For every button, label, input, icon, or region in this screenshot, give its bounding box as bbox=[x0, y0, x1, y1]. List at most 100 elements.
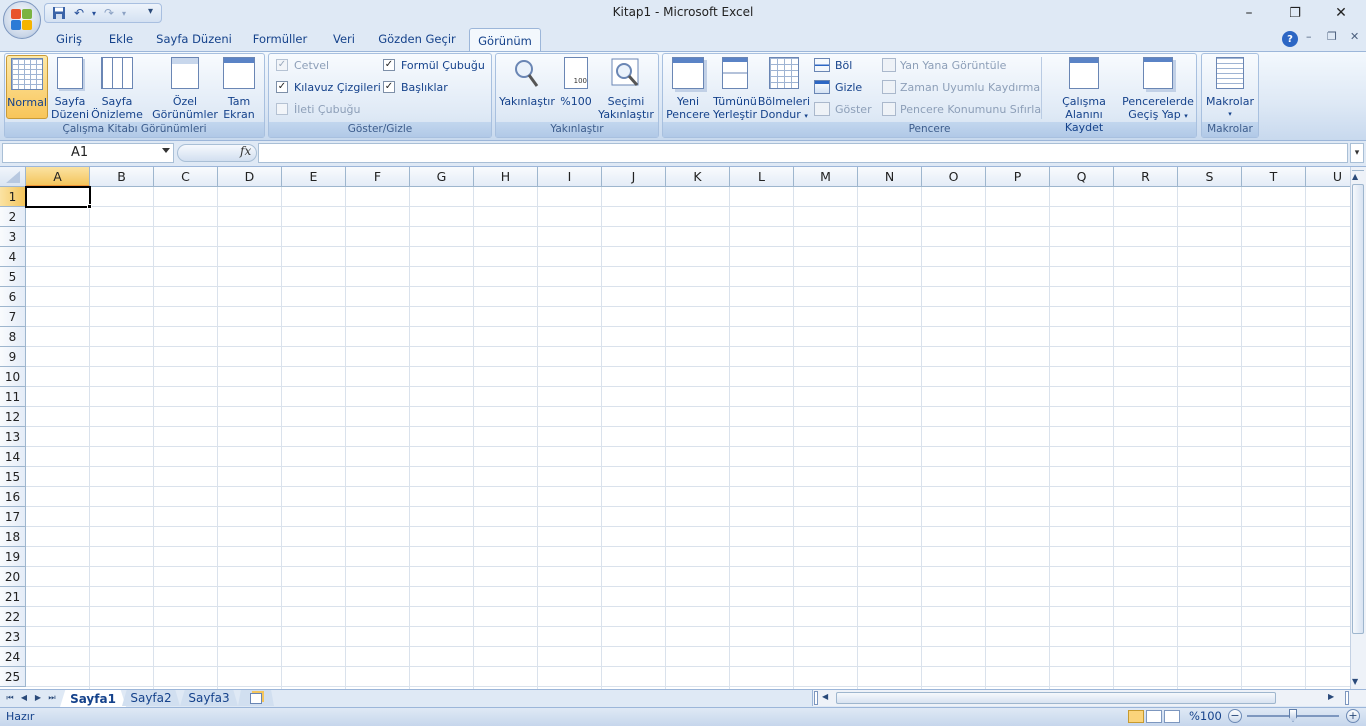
column-header-i[interactable]: I bbox=[538, 167, 602, 187]
row-header-5[interactable]: 5 bbox=[0, 267, 26, 287]
redo-icon[interactable]: ↷ bbox=[101, 5, 117, 21]
column-header-t[interactable]: T bbox=[1242, 167, 1306, 187]
row-header-15[interactable]: 15 bbox=[0, 467, 26, 487]
tab-gorunum[interactable]: Görünüm bbox=[469, 28, 541, 52]
save-icon[interactable] bbox=[51, 5, 67, 21]
ruler-checkbox[interactable]: ✓ Cetvel bbox=[276, 56, 329, 74]
insert-sheet-button[interactable] bbox=[238, 690, 274, 706]
workbook-restore-icon[interactable]: ❐ bbox=[1327, 30, 1337, 43]
zoom-level[interactable]: %100 bbox=[1189, 709, 1222, 723]
column-header-b[interactable]: B bbox=[90, 167, 154, 187]
row-header-22[interactable]: 22 bbox=[0, 607, 26, 627]
row-header-2[interactable]: 2 bbox=[0, 207, 26, 227]
redo-dropdown-icon[interactable]: ▾ bbox=[121, 5, 127, 21]
view-side-by-side-button[interactable]: Yan Yana Görüntüle bbox=[882, 56, 1006, 74]
column-header-j[interactable]: J bbox=[602, 167, 666, 187]
row-header-7[interactable]: 7 bbox=[0, 307, 26, 327]
insert-function-icon[interactable]: fx bbox=[240, 144, 251, 158]
tab-veri[interactable]: Veri bbox=[324, 28, 364, 50]
row-header-6[interactable]: 6 bbox=[0, 287, 26, 307]
full-screen-button[interactable]: Tam Ekran bbox=[220, 57, 258, 121]
new-window-button[interactable]: Yeni Pencere bbox=[666, 57, 710, 121]
unhide-window-button[interactable]: Göster bbox=[814, 100, 872, 118]
scroll-left-icon[interactable]: ◀ bbox=[822, 692, 828, 701]
row-header-16[interactable]: 16 bbox=[0, 487, 26, 507]
sync-scroll-button[interactable]: Zaman Uyumlu Kaydırma bbox=[882, 78, 1040, 96]
hide-window-button[interactable]: Gizle bbox=[814, 78, 862, 96]
tab-sayfa-duzeni[interactable]: Sayfa Düzeni bbox=[152, 28, 236, 50]
restore-button[interactable]: ❐ bbox=[1272, 0, 1318, 26]
page-break-preview-button[interactable]: Sayfa Önizleme bbox=[91, 57, 143, 121]
cells-area[interactable] bbox=[26, 187, 1350, 689]
column-header-h[interactable]: H bbox=[474, 167, 538, 187]
horizontal-split-handle[interactable] bbox=[1345, 691, 1349, 705]
horizontal-scroll-thumb[interactable] bbox=[836, 692, 1276, 704]
column-header-m[interactable]: M bbox=[794, 167, 858, 187]
sheet-tab-sayfa1[interactable]: Sayfa1 bbox=[60, 690, 126, 707]
workbook-minimize-icon[interactable]: – bbox=[1306, 30, 1312, 43]
page-layout-status-icon[interactable] bbox=[1146, 710, 1162, 723]
row-header-23[interactable]: 23 bbox=[0, 627, 26, 647]
row-header-10[interactable]: 10 bbox=[0, 367, 26, 387]
column-header-a[interactable]: A bbox=[26, 167, 90, 187]
reset-window-position-button[interactable]: Pencere Konumunu Sıfırla bbox=[882, 100, 1041, 118]
column-header-q[interactable]: Q bbox=[1050, 167, 1114, 187]
name-box[interactable]: A1 bbox=[2, 143, 174, 163]
row-header-13[interactable]: 13 bbox=[0, 427, 26, 447]
undo-dropdown-icon[interactable]: ▾ bbox=[91, 5, 97, 21]
row-header-9[interactable]: 9 bbox=[0, 347, 26, 367]
minimize-button[interactable]: – bbox=[1226, 0, 1272, 26]
row-header-8[interactable]: 8 bbox=[0, 327, 26, 347]
column-header-k[interactable]: K bbox=[666, 167, 730, 187]
message-bar-checkbox[interactable]: İleti Çubuğu bbox=[276, 100, 361, 118]
gridlines-checkbox[interactable]: ✓ Kılavuz Çizgileri bbox=[276, 78, 381, 96]
first-sheet-icon[interactable]: ⏮ bbox=[4, 691, 16, 705]
row-header-25[interactable]: 25 bbox=[0, 667, 26, 687]
column-header-g[interactable]: G bbox=[410, 167, 474, 187]
macros-button[interactable]: Makrolar ▾ bbox=[1204, 57, 1256, 121]
arrange-all-button[interactable]: Tümünü Yerleştir bbox=[712, 57, 758, 121]
column-header-d[interactable]: D bbox=[218, 167, 282, 187]
name-box-dropdown-icon[interactable] bbox=[162, 148, 170, 153]
column-header-e[interactable]: E bbox=[282, 167, 346, 187]
fill-handle[interactable] bbox=[87, 204, 92, 209]
column-header-s[interactable]: S bbox=[1178, 167, 1242, 187]
column-header-u[interactable]: U bbox=[1306, 167, 1350, 187]
tab-ekle[interactable]: Ekle bbox=[100, 28, 142, 50]
office-button[interactable] bbox=[3, 1, 41, 39]
row-header-12[interactable]: 12 bbox=[0, 407, 26, 427]
split-button[interactable]: Böl bbox=[814, 56, 852, 74]
scroll-up-icon[interactable]: ▲ bbox=[1352, 172, 1358, 181]
vertical-split-handle[interactable] bbox=[1352, 167, 1364, 171]
formula-bar-checkbox[interactable]: ✓ Formül Çubuğu bbox=[383, 56, 485, 74]
zoom-out-button[interactable]: − bbox=[1228, 709, 1242, 723]
scroll-right-icon[interactable]: ▶ bbox=[1328, 692, 1334, 701]
normal-view-button[interactable]: Normal bbox=[6, 55, 48, 119]
column-header-o[interactable]: O bbox=[922, 167, 986, 187]
active-cell-a1[interactable] bbox=[25, 186, 91, 208]
vertical-scroll-thumb[interactable] bbox=[1352, 184, 1364, 634]
page-layout-button[interactable]: Sayfa Düzeni bbox=[50, 57, 90, 121]
next-sheet-icon[interactable]: ▶ bbox=[32, 691, 44, 705]
sheet-tab-sayfa2[interactable]: Sayfa2 bbox=[122, 690, 180, 706]
zoom-selection-button[interactable]: Seçimi Yakınlaştır bbox=[598, 57, 654, 121]
column-header-l[interactable]: L bbox=[730, 167, 794, 187]
headings-checkbox[interactable]: ✓ Başlıklar bbox=[383, 78, 448, 96]
page-break-status-icon[interactable] bbox=[1164, 710, 1180, 723]
custom-views-button[interactable]: Özel Görünümler bbox=[152, 57, 218, 121]
save-workspace-button[interactable]: Çalışma Alanını Kaydet bbox=[1045, 57, 1123, 134]
row-header-17[interactable]: 17 bbox=[0, 507, 26, 527]
prev-sheet-icon[interactable]: ◀ bbox=[18, 691, 30, 705]
column-header-c[interactable]: C bbox=[154, 167, 218, 187]
column-header-n[interactable]: N bbox=[858, 167, 922, 187]
close-button[interactable]: ✕ bbox=[1318, 0, 1364, 26]
qat-customize-icon[interactable]: ▾ bbox=[148, 6, 153, 17]
last-sheet-icon[interactable]: ⏭ bbox=[46, 691, 58, 705]
row-header-3[interactable]: 3 bbox=[0, 227, 26, 247]
zoom-100-button[interactable]: 100 %100 bbox=[560, 57, 592, 108]
freeze-panes-button[interactable]: Bölmeleri Dondur ▾ bbox=[758, 57, 810, 123]
scroll-down-icon[interactable]: ▼ bbox=[1352, 677, 1358, 686]
row-header-19[interactable]: 19 bbox=[0, 547, 26, 567]
tab-split-handle[interactable] bbox=[814, 691, 818, 705]
row-header-21[interactable]: 21 bbox=[0, 587, 26, 607]
